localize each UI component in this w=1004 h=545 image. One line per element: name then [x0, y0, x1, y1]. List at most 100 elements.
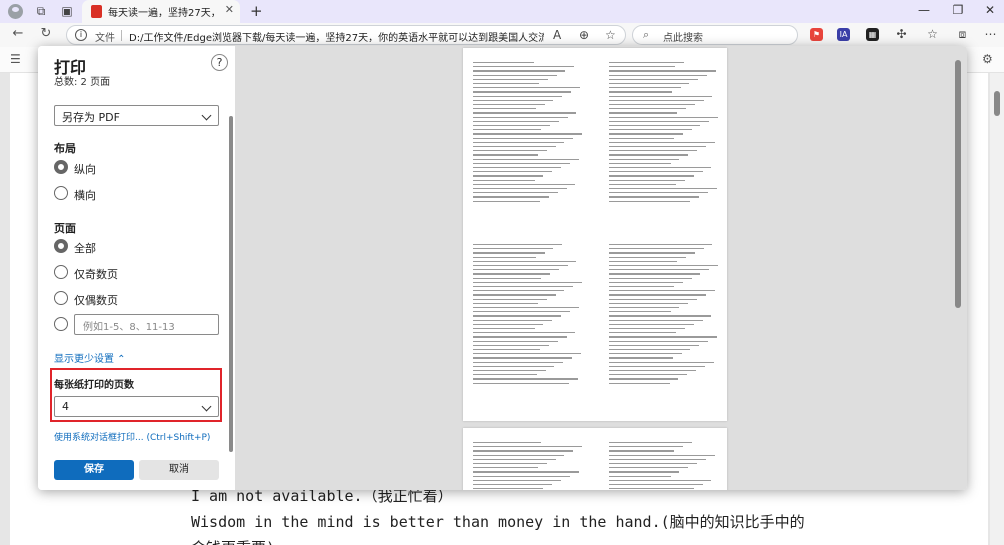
pdf-icon: [91, 5, 102, 18]
pdf-settings-icon[interactable]: ⚙: [982, 52, 993, 66]
tab-close-icon[interactable]: ✕: [225, 3, 234, 16]
preview-text-line: [609, 154, 689, 156]
preview-text-line: [609, 244, 713, 246]
preview-text-line: [473, 281, 582, 283]
preview-text-line: [609, 277, 692, 279]
preview-text-line: [609, 349, 691, 351]
preview-text-line: [473, 442, 542, 444]
preview-text-line: [609, 83, 690, 85]
preview-text-line: [473, 129, 542, 131]
preview-text-line: [609, 146, 706, 148]
layout-heading: 布局: [54, 142, 76, 155]
tab-pdf[interactable]: 每天读一遍，坚持27天，你的英语 ✕: [82, 0, 240, 23]
save-button[interactable]: 保存: [54, 460, 134, 480]
preview-scrollbar[interactable]: [955, 60, 961, 308]
preview-text-line: [609, 192, 708, 194]
favorites-icon[interactable]: ☆: [926, 28, 939, 41]
search-box[interactable]: ⌕ 点此搜索: [632, 25, 798, 45]
radio-button[interactable]: [54, 239, 68, 253]
preview-text-line: [473, 484, 553, 486]
extension-ia-icon[interactable]: IA: [837, 28, 850, 41]
preview-text-line: [609, 374, 688, 376]
preview-text-line: [473, 175, 544, 177]
new-tab-button[interactable]: +: [250, 2, 263, 20]
address-url[interactable]: D:/工作文件/Edge浏览器下载/每天读一遍，坚持27天，你的英语水平就可以达…: [129, 29, 544, 44]
system-dialog-link[interactable]: 使用系统对话框打印... (Ctrl+Shift+P): [54, 430, 210, 443]
extension-red-icon[interactable]: ⚑: [810, 28, 823, 41]
preview-text-line: [473, 344, 549, 346]
preview-text-line: [609, 370, 696, 372]
tab-actions-icon[interactable]: ▣: [60, 4, 74, 18]
extensions-puzzle-icon[interactable]: ✣: [895, 28, 908, 41]
preview-text-line: [473, 167, 561, 169]
radio-button[interactable]: [54, 160, 68, 174]
preview-text-line: [609, 78, 699, 80]
preview-text-line: [609, 344, 700, 346]
preview-text-line: [609, 273, 701, 275]
pages-per-sheet-select[interactable]: 4: [54, 396, 219, 417]
preview-text-line: [609, 260, 678, 262]
cancel-button[interactable]: 取消: [139, 460, 219, 480]
preview-text-line: [609, 454, 715, 456]
print-preview[interactable]: [235, 46, 967, 490]
preview-text-line: [609, 353, 682, 355]
radio-portrait[interactable]: 纵向: [54, 160, 224, 176]
radio-all-pages[interactable]: 全部: [54, 239, 224, 255]
preview-text-line: [473, 340, 558, 342]
radio-label: 仅偶数页: [74, 294, 118, 307]
refresh-icon[interactable]: ↻: [38, 26, 54, 42]
preview-text-line: [609, 463, 697, 465]
info-icon[interactable]: i: [75, 29, 87, 41]
preview-page-thumb: [609, 244, 719, 384]
contents-icon[interactable]: ☰: [10, 52, 21, 66]
search-placeholder: 点此搜索: [663, 33, 703, 44]
preview-text-line: [473, 99, 554, 101]
radio-landscape[interactable]: 横向: [54, 186, 224, 202]
preview-text-line: [609, 378, 679, 380]
fewer-settings-link[interactable]: 显示更少设置 ⌃: [54, 350, 126, 365]
extension-dark-icon[interactable]: ▦: [866, 28, 879, 41]
close-window-button[interactable]: ✕: [982, 3, 998, 17]
preview-text-line: [609, 315, 712, 317]
preview-text-line: [473, 171, 553, 173]
preview-text-line: [609, 179, 685, 181]
document-line: Wisdom in the mind is better than money …: [191, 513, 805, 531]
radio-button[interactable]: [54, 265, 68, 279]
back-icon[interactable]: ←: [10, 26, 26, 42]
page-range-input[interactable]: 例如1-5、8、11-13: [74, 314, 219, 335]
profile-avatar-icon[interactable]: [8, 4, 23, 19]
radio-button[interactable]: [54, 317, 68, 331]
radio-even-pages[interactable]: 仅偶数页: [54, 291, 224, 307]
preview-text-line: [473, 298, 547, 300]
favorite-star-icon[interactable]: ☆: [605, 28, 616, 42]
workspaces-icon[interactable]: ⧉: [34, 4, 48, 18]
preview-text-line: [473, 454, 565, 456]
minimize-button[interactable]: —: [916, 3, 932, 17]
collections-icon[interactable]: ⧈: [956, 28, 969, 41]
radio-button[interactable]: [54, 186, 68, 200]
document-scrollbar[interactable]: [990, 73, 1004, 545]
preview-text-line: [473, 125, 550, 127]
read-aloud-icon[interactable]: A: [553, 28, 561, 42]
radio-custom-range[interactable]: 例如1-5、8、11-13: [54, 314, 224, 335]
preview-text-line: [473, 307, 579, 309]
navigation-bar: ← ↻ i 文件 D:/工作文件/Edge浏览器下载/每天读一遍，坚持27天，你…: [0, 23, 1004, 47]
preview-text-line: [473, 374, 537, 376]
preview-text-line: [473, 141, 565, 143]
preview-text-line: [473, 137, 574, 139]
preview-text-line: [473, 78, 548, 80]
document-scroll-thumb[interactable]: [994, 91, 1000, 116]
settings-scrollbar[interactable]: [229, 116, 233, 452]
more-icon[interactable]: ⋯: [984, 28, 997, 41]
preview-text-line: [609, 175, 694, 177]
radio-odd-pages[interactable]: 仅奇数页: [54, 265, 224, 281]
share-icon[interactable]: ⊕: [579, 28, 589, 42]
maximize-button[interactable]: ❐: [950, 3, 966, 17]
radio-button[interactable]: [54, 291, 68, 305]
address-bar[interactable]: i 文件 D:/工作文件/Edge浏览器下载/每天读一遍，坚持27天，你的英语水…: [66, 25, 626, 45]
help-icon[interactable]: ?: [211, 54, 228, 71]
preview-text-line: [473, 311, 570, 313]
preview-text-line: [473, 66, 575, 68]
printer-select[interactable]: 另存为 PDF: [54, 105, 219, 126]
preview-text-line: [473, 269, 559, 271]
